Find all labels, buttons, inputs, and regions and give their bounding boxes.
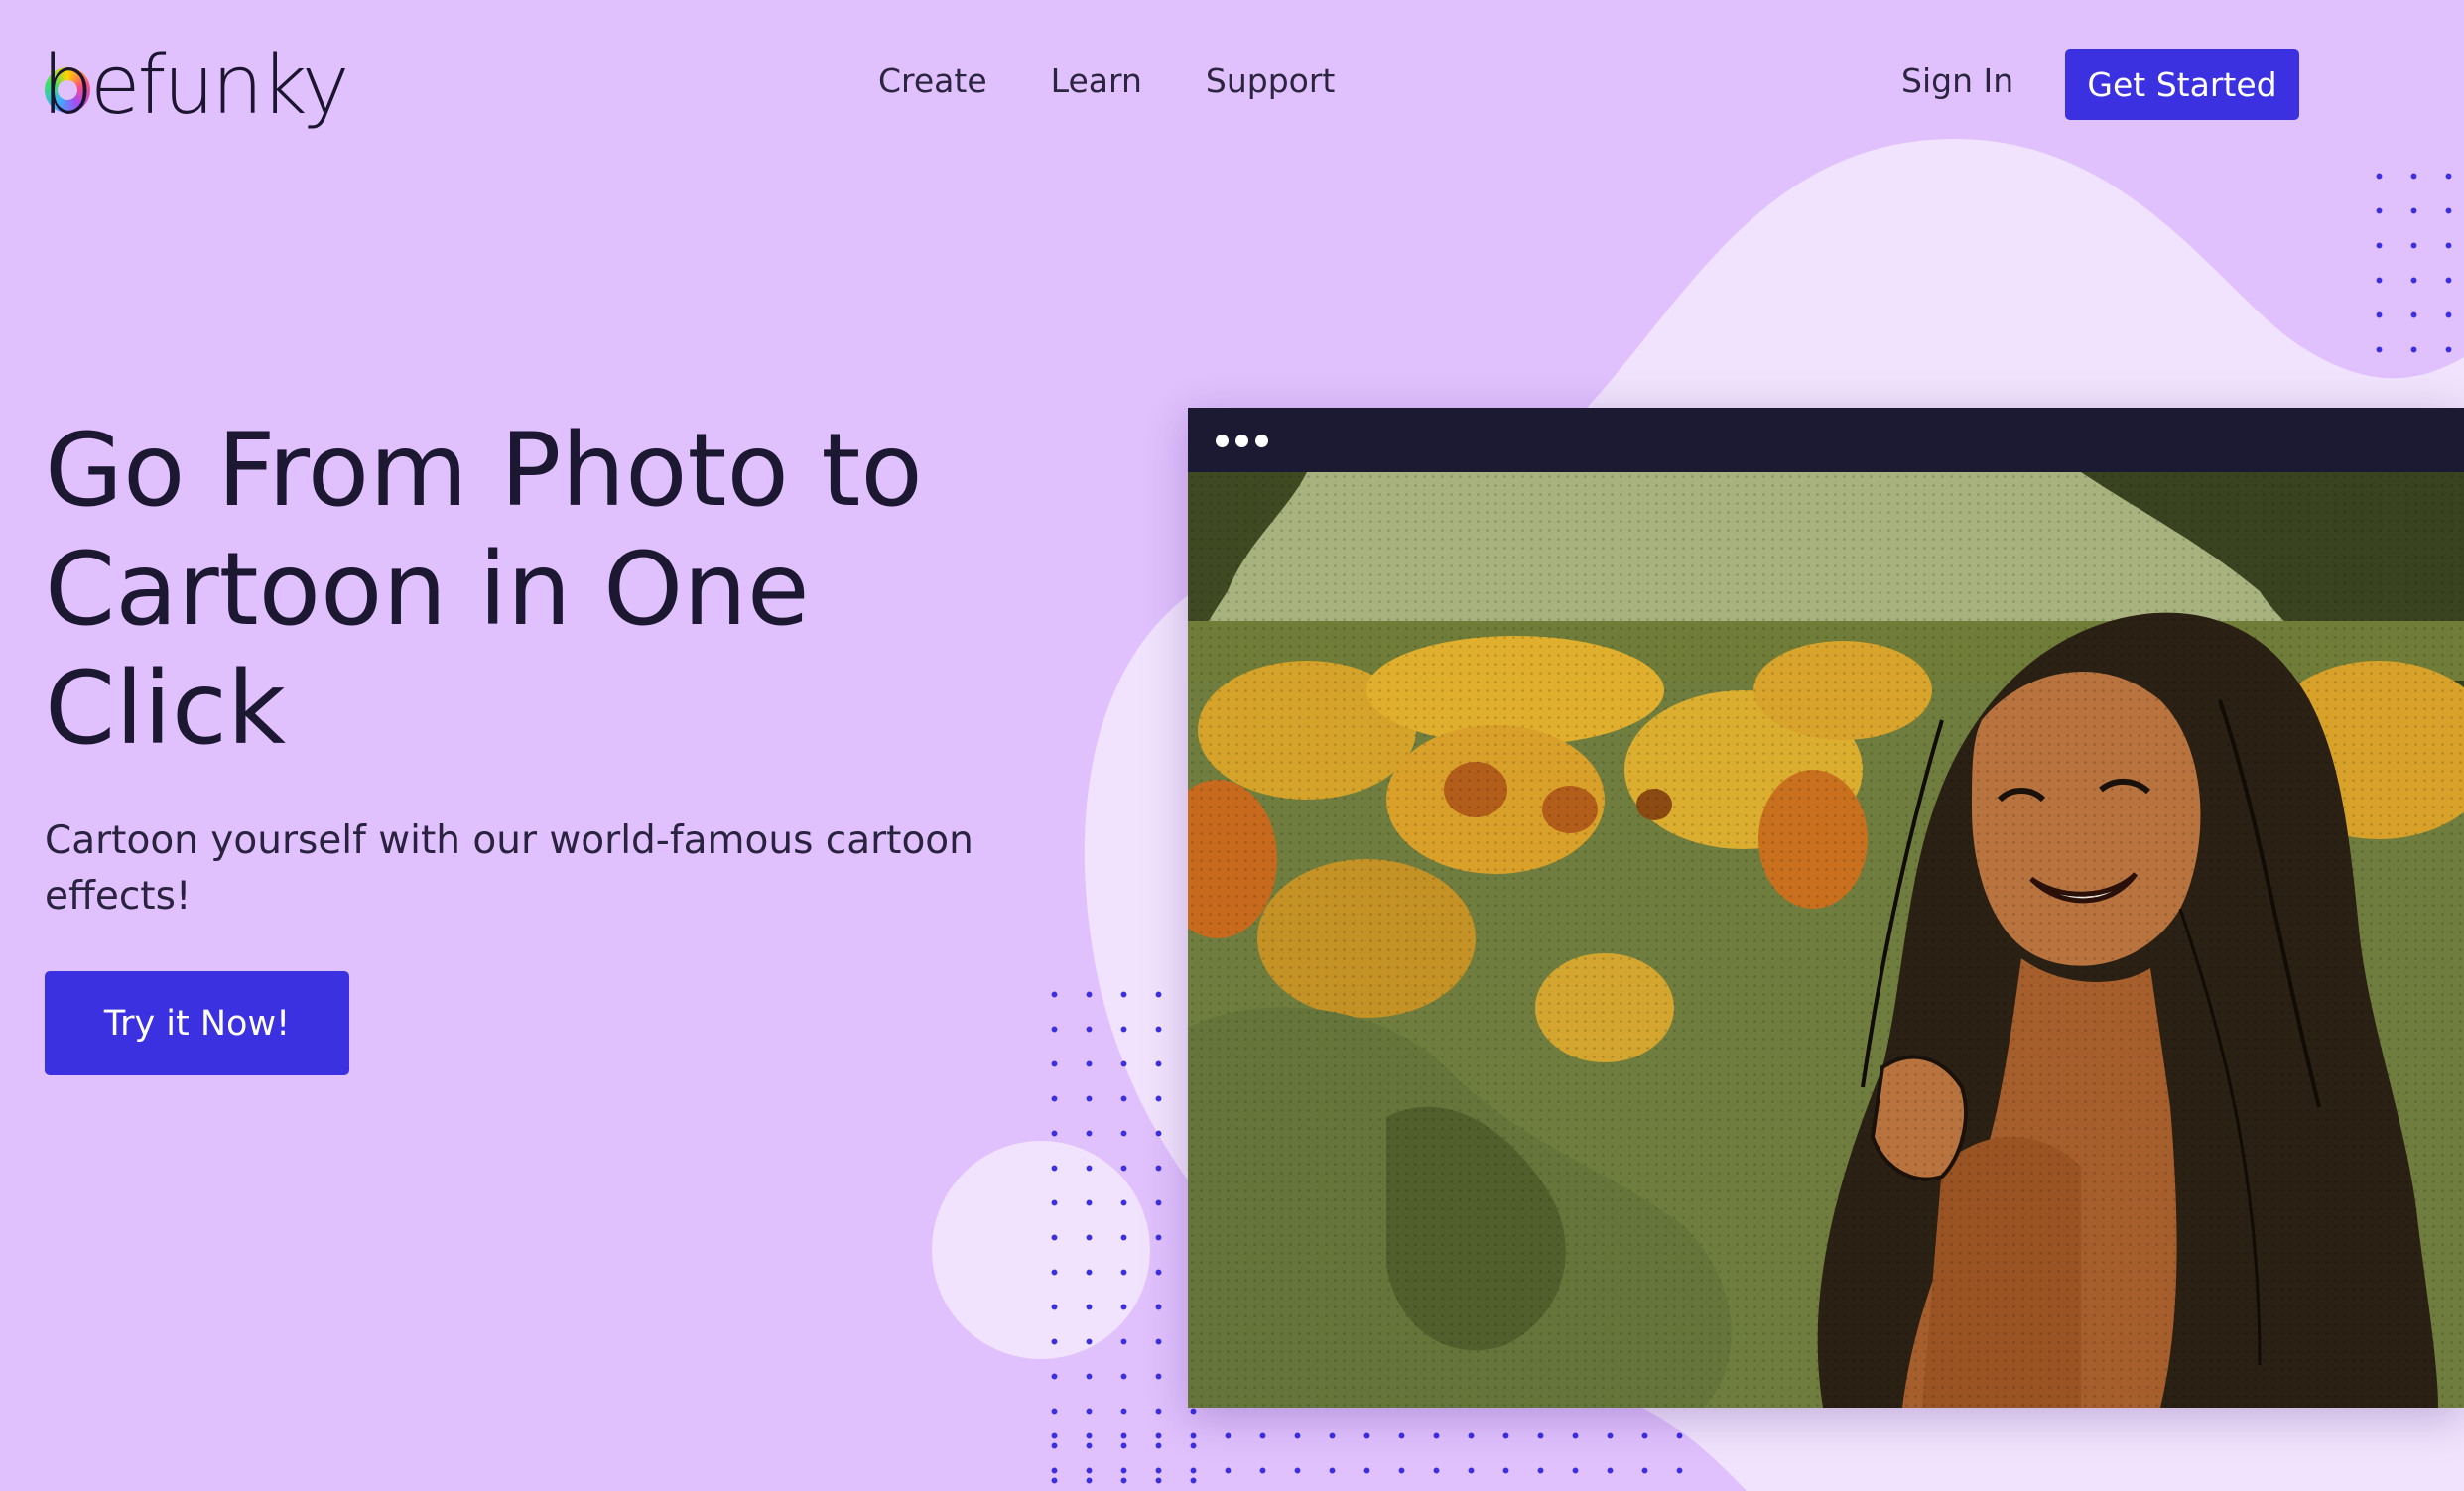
nav-support[interactable]: Support xyxy=(1206,62,1335,100)
decorative-dot-grid xyxy=(1037,1419,1692,1491)
cartoon-photo-preview xyxy=(1188,472,2464,1408)
befunky-logo[interactable]: befunky xyxy=(42,38,349,133)
sign-in-link[interactable]: Sign In xyxy=(1901,62,2013,100)
cartoon-woman-sunflowers-image xyxy=(1188,472,2464,1408)
window-dot-icon xyxy=(1235,435,1248,447)
hero-title: Go From Photo to Cartoon in One Click xyxy=(45,412,923,768)
window-title-bar xyxy=(1188,408,2464,472)
get-started-button[interactable]: Get Started xyxy=(2065,49,2299,120)
window-dot-icon xyxy=(1216,435,1229,447)
main-nav: Create Learn Support xyxy=(878,62,1335,100)
landing-page: befunky Create Learn Support Sign In Get… xyxy=(0,0,2464,1491)
logo-wordmark: befunky xyxy=(42,39,349,133)
app-preview-window xyxy=(1188,408,2464,1408)
nav-create[interactable]: Create xyxy=(878,62,987,100)
decorative-dot-grid xyxy=(2362,159,2464,357)
window-dot-icon xyxy=(1255,435,1268,447)
hero-subtitle: Cartoon yourself with our world-famous c… xyxy=(45,818,973,919)
nav-learn[interactable]: Learn xyxy=(1051,62,1142,100)
try-it-now-button[interactable]: Try it Now! xyxy=(45,971,349,1075)
